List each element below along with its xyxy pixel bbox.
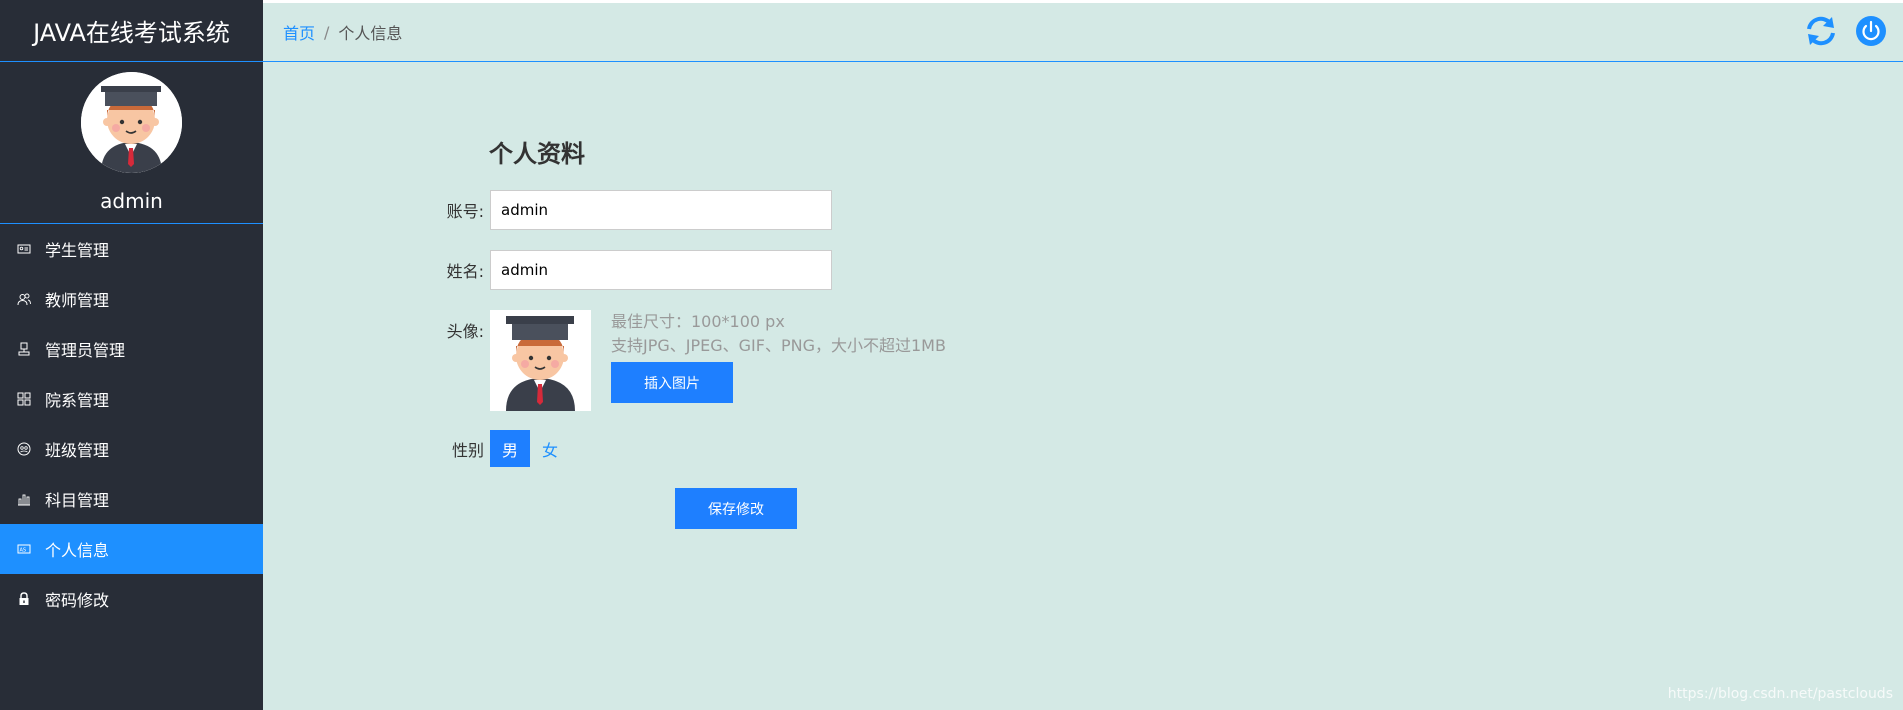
sidebar-item-class[interactable]: 班级管理	[0, 424, 263, 474]
power-icon[interactable]	[1855, 15, 1887, 47]
account-label: 账号:	[446, 202, 484, 221]
avatar-preview[interactable]	[490, 310, 591, 411]
sidebar-item-department[interactable]: 院系管理	[0, 374, 263, 424]
avatar	[81, 72, 182, 173]
name-input[interactable]	[490, 250, 832, 290]
top-bar: 首页 / 个人信息	[263, 0, 1903, 62]
refresh-icon[interactable]	[1805, 15, 1837, 47]
header-actions	[1805, 15, 1887, 47]
main-content: 个人资料 账号: 姓名: 头像:	[263, 62, 1903, 710]
sidebar-item-student[interactable]: 学生管理	[0, 224, 263, 274]
gender-label: 性别	[451, 440, 484, 460]
chart-icon	[17, 492, 31, 506]
watermark: https://blog.csdn.net/pastclouds	[1667, 686, 1893, 702]
breadcrumb: 首页 / 个人信息	[263, 20, 402, 44]
sidebar-item-label: 学生管理	[45, 241, 110, 260]
user-profile: admin	[0, 62, 263, 224]
sidebar-item-subject[interactable]: 科目管理	[0, 474, 263, 524]
username: admin	[100, 189, 163, 213]
users-icon	[17, 292, 31, 306]
lock-icon	[17, 592, 31, 606]
gender-female-option[interactable]: 女	[530, 430, 570, 467]
grid-icon	[17, 392, 31, 406]
name-label: 姓名:	[446, 262, 484, 281]
sidebar-item-label: 管理员管理	[45, 341, 126, 360]
save-row: 保存修改	[675, 488, 797, 529]
graduate-avatar-icon	[490, 310, 591, 411]
sidebar-item-profile[interactable]: AS 个人信息	[0, 524, 263, 574]
account-input[interactable]	[490, 190, 832, 230]
admin-icon	[17, 342, 31, 356]
avatar-format-hint: 支持JPG、JPEG、GIF、PNG，大小不超过1MB	[611, 336, 946, 355]
class-icon	[17, 442, 31, 456]
avatar-info: 最佳尺寸：100*100 px 支持JPG、JPEG、GIF、PNG，大小不超过…	[611, 310, 946, 403]
gender-row: 性别 男 女	[414, 430, 570, 467]
avatar-label: 头像:	[446, 322, 484, 341]
avatar-row: 头像: 最佳尺寸：100*100 px 支持JPG、JPEG、GIF、PNG，大…	[414, 310, 946, 411]
svg-text:AS: AS	[20, 547, 27, 553]
breadcrumb-separator: /	[324, 22, 330, 42]
sidebar-item-password[interactable]: 密码修改	[0, 574, 263, 624]
sidebar-menu: 学生管理 教师管理 管理员管理 院系管理 班级管理 科目管理 AS 个人信息 密…	[0, 224, 263, 624]
sidebar-item-label: 密码修改	[45, 591, 110, 610]
sidebar-item-label: 班级管理	[45, 441, 110, 460]
sidebar: JAVA在线考试系统 admin 学生管理 教师管理 管理员管理 院系管理 班级…	[0, 0, 263, 710]
sidebar-item-label: 教师管理	[45, 291, 110, 310]
sidebar-item-admin[interactable]: 管理员管理	[0, 324, 263, 374]
avatar-size-hint: 最佳尺寸：100*100 px	[611, 312, 785, 331]
gender-male-option[interactable]: 男	[490, 430, 530, 467]
id-card-icon	[17, 242, 31, 256]
sidebar-item-label: 科目管理	[45, 491, 110, 510]
breadcrumb-home-link[interactable]: 首页	[283, 20, 315, 44]
profile-card-icon: AS	[17, 542, 31, 556]
save-button[interactable]: 保存修改	[675, 488, 797, 529]
app-title: JAVA在线考试系统	[0, 0, 263, 62]
sidebar-item-label: 个人信息	[45, 541, 110, 560]
sidebar-item-label: 院系管理	[45, 391, 110, 410]
sidebar-item-teacher[interactable]: 教师管理	[0, 274, 263, 324]
graduate-avatar-icon	[81, 72, 182, 173]
page-title: 个人资料	[489, 140, 585, 168]
insert-image-button[interactable]: 插入图片	[611, 362, 733, 403]
account-row: 账号:	[414, 190, 832, 230]
name-row: 姓名:	[414, 250, 832, 290]
breadcrumb-current: 个人信息	[338, 24, 403, 43]
